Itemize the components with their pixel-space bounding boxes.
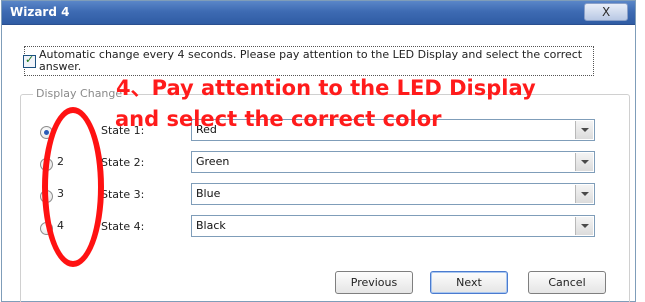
state-3-label: State 3: [101, 188, 145, 201]
state-2-select-value: Green [196, 155, 230, 168]
highlight-ellipse [42, 107, 104, 267]
state-3-select[interactable]: Blue [191, 183, 595, 205]
state-row-3: 3 State 3: Blue [21, 183, 595, 207]
auto-change-checkbox[interactable] [23, 53, 36, 68]
state-3-select-value: Blue [196, 187, 221, 200]
screenshot-stage: Wizard 4 X Automatic change every 4 seco… [0, 0, 645, 302]
state-4-select-value: Black [196, 219, 226, 232]
next-button[interactable]: Next [430, 271, 508, 294]
auto-change-text: Automatic change every 4 seconds. Please… [39, 48, 583, 73]
chevron-down-icon[interactable] [575, 217, 593, 235]
state-2-label: State 2: [101, 156, 145, 169]
title-bar: Wizard 4 X [2, 1, 635, 25]
previous-button[interactable]: Previous [335, 271, 413, 294]
state-row-2: 2 State 2: Green [21, 151, 595, 175]
display-change-label: Display Change [33, 87, 126, 100]
annotation-line-1: 4、Pay attention to the LED Display [116, 76, 536, 100]
state-row-4: 4 State 4: Black [21, 215, 595, 239]
window-title: Wizard 4 [10, 5, 70, 19]
chevron-down-icon[interactable] [575, 185, 593, 203]
state-4-select[interactable]: Black [191, 215, 595, 237]
chevron-down-icon[interactable] [575, 153, 593, 171]
chevron-down-icon[interactable] [575, 121, 593, 139]
state-4-label: State 4: [101, 220, 145, 233]
state-2-select[interactable]: Green [191, 151, 595, 173]
cancel-button[interactable]: Cancel [528, 271, 606, 294]
close-icon: X [602, 5, 611, 19]
close-button[interactable]: X [584, 3, 628, 21]
annotation-line-2: and select the correct color [115, 107, 442, 131]
